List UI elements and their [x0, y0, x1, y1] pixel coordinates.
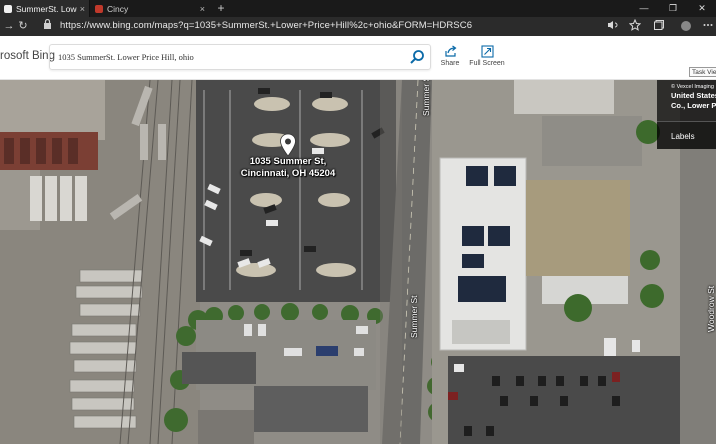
collections-icon[interactable]: [651, 19, 667, 34]
close-window-icon[interactable]: ✕: [688, 0, 716, 17]
pin-address-label: 1035 Summer St, Cincinnati, OH 45204: [236, 156, 340, 180]
attribution-location-line2: Co., Lower P: [671, 101, 716, 110]
pin-address-line2: Cincinnati, OH 45204: [240, 168, 336, 179]
task-view-tooltip: Task View: [689, 67, 716, 77]
search-input[interactable]: 1035 SummerSt. Lower Price Hill, ohio: [49, 44, 431, 70]
tab-close-icon[interactable]: ×: [200, 4, 205, 14]
location-pin-icon[interactable]: [279, 133, 297, 157]
search-icon[interactable]: [409, 49, 425, 65]
favorites-icon[interactable]: [627, 18, 643, 34]
cincy-favicon-icon: [95, 4, 103, 13]
bing-favicon-icon: [4, 4, 12, 13]
bing-logo[interactable]: rosoft Bing: [0, 50, 55, 62]
street-label-summer-lower: Summer St: [409, 295, 419, 338]
tab-label: SummerSt. Lower Price Hill...: [16, 3, 77, 14]
reload-icon[interactable]: ↻: [16, 19, 30, 33]
browser-tab-bar: SummerSt. Lower Price Hill... × Cincy × …: [0, 0, 716, 17]
new-tab-button[interactable]: +: [214, 0, 228, 17]
pin-address-line1: 1035 Summer St,: [249, 156, 327, 167]
read-aloud-icon[interactable]: [604, 19, 620, 34]
aerial-map[interactable]: 1035 Summer St, Cincinnati, OH 45204 Sum…: [0, 80, 716, 444]
share-button[interactable]: Share: [438, 45, 462, 67]
street-label-woodrow: Woodrow St: [706, 285, 716, 332]
full-screen-button[interactable]: Full Screen: [468, 45, 506, 67]
maximize-icon[interactable]: ❐: [659, 0, 687, 17]
full-screen-icon: [480, 45, 494, 58]
tab-bing-maps[interactable]: SummerSt. Lower Price Hill... ×: [0, 0, 90, 17]
attribution-location-line1: United States: [671, 91, 716, 100]
full-screen-label: Full Screen: [469, 60, 505, 67]
tab-close-icon[interactable]: ×: [80, 4, 85, 14]
profile-avatar[interactable]: [678, 19, 694, 34]
forward-icon[interactable]: →: [2, 19, 16, 33]
imagery-attribution: © Vexcel Imaging United States Co., Lowe…: [657, 80, 716, 121]
more-menu-icon[interactable]: [700, 19, 716, 34]
address-bar: → ↻ https://www.bing.com/maps?q=1035+Sum…: [0, 17, 716, 36]
share-label: Share: [440, 60, 460, 67]
url-field[interactable]: https://www.bing.com/maps?q=1035+SummerS…: [60, 20, 472, 31]
aerial-imagery: [0, 80, 716, 444]
tab-cincy[interactable]: Cincy ×: [91, 0, 209, 17]
minimize-icon[interactable]: —: [630, 0, 658, 17]
lock-icon[interactable]: [40, 18, 54, 33]
attribution-copyright: © Vexcel Imaging: [671, 84, 714, 90]
street-label-summer-upper: Summer St: [421, 80, 431, 116]
labels-toggle-button[interactable]: Labels: [657, 121, 716, 149]
tab-label: Cincy: [107, 3, 129, 14]
share-icon: [444, 45, 457, 57]
search-value: 1035 SummerSt. Lower Price Hill, ohio: [58, 52, 194, 62]
bing-header: rosoft Bing 1035 SummerSt. Lower Price H…: [0, 36, 716, 80]
